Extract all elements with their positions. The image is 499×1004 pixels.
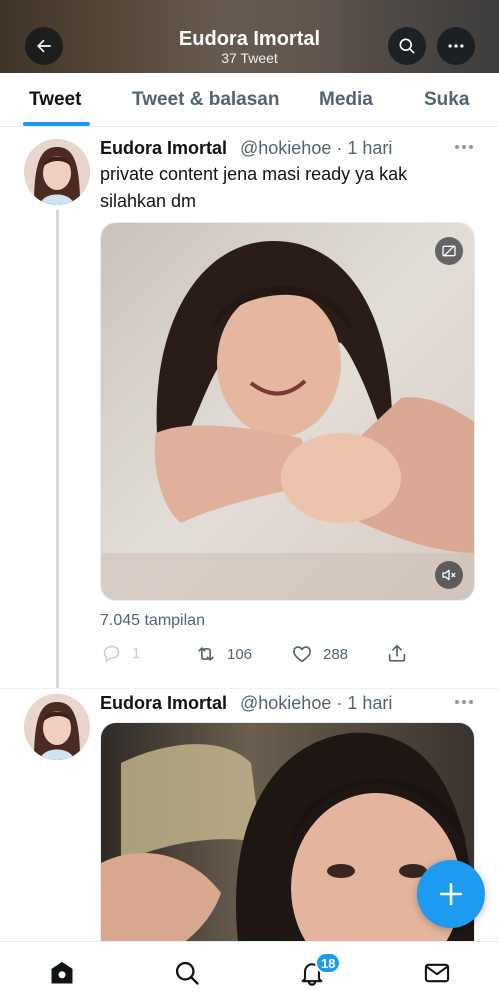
plus-icon xyxy=(439,882,463,906)
active-tab-indicator xyxy=(23,122,90,126)
tab-media[interactable]: Media xyxy=(319,89,373,111)
notification-badge: 18 xyxy=(315,952,342,974)
avatar[interactable] xyxy=(24,694,90,760)
retweet-count: 106 xyxy=(227,645,253,663)
view-count: 7.045 tampilan xyxy=(100,612,205,629)
tweet-divider xyxy=(0,688,499,689)
reply-icon xyxy=(103,645,120,663)
tweet-more-icon[interactable] xyxy=(455,699,473,705)
like-button[interactable]: 288 xyxy=(291,643,348,665)
mail-icon xyxy=(424,963,450,983)
share-button[interactable] xyxy=(386,642,418,664)
captions-off-icon xyxy=(442,245,456,257)
retweet-button[interactable]: 106 xyxy=(195,643,252,665)
tweet-text: private content jena masi ready ya kak s… xyxy=(100,164,408,211)
mute-button[interactable] xyxy=(435,561,463,589)
photo-thumbnail xyxy=(101,723,474,961)
tweet-more-icon[interactable] xyxy=(455,144,473,150)
avatar[interactable] xyxy=(24,139,90,205)
tweet-author-handle[interactable]: @hokiehoe · 1 hari xyxy=(240,138,392,159)
share-icon xyxy=(388,644,406,662)
tweet-photo[interactable] xyxy=(100,722,475,962)
tab-tweet[interactable]: Tweet xyxy=(29,89,81,111)
tweet-author-name[interactable]: Eudora Imortal xyxy=(100,693,227,714)
tab-likes[interactable]: Suka xyxy=(424,89,469,111)
tweet-author-name[interactable]: Eudora Imortal xyxy=(100,138,227,159)
reply-button[interactable]: 1 xyxy=(101,643,140,664)
nav-search[interactable] xyxy=(172,958,202,988)
compose-tweet-button[interactable] xyxy=(417,860,485,928)
nav-messages[interactable] xyxy=(422,958,452,988)
search-icon xyxy=(399,38,415,54)
nav-home[interactable] xyxy=(47,958,77,988)
bottom-navigation: 18 xyxy=(0,941,499,1004)
captions-button[interactable] xyxy=(435,237,463,265)
retweet-icon xyxy=(198,647,214,661)
heart-icon xyxy=(293,646,311,663)
home-icon xyxy=(51,961,73,984)
more-button[interactable] xyxy=(437,27,475,65)
profile-header: Eudora Imortal 37 Tweet xyxy=(0,0,499,73)
thread-line xyxy=(56,210,59,688)
reply-count: 1 xyxy=(132,645,141,662)
video-thumbnail xyxy=(101,223,474,600)
volume-muted-icon xyxy=(442,569,456,581)
profile-tabs: Tweet Tweet & balasan Media Suka xyxy=(0,73,499,127)
more-horizontal-icon xyxy=(448,44,464,48)
like-count: 288 xyxy=(323,645,349,663)
tweet-author-handle[interactable]: @hokiehoe · 1 hari xyxy=(240,693,392,714)
search-icon xyxy=(175,961,199,985)
tweet-video[interactable] xyxy=(100,222,475,601)
tab-tweet-and-replies[interactable]: Tweet & balasan xyxy=(132,89,279,111)
search-button[interactable] xyxy=(388,27,426,65)
